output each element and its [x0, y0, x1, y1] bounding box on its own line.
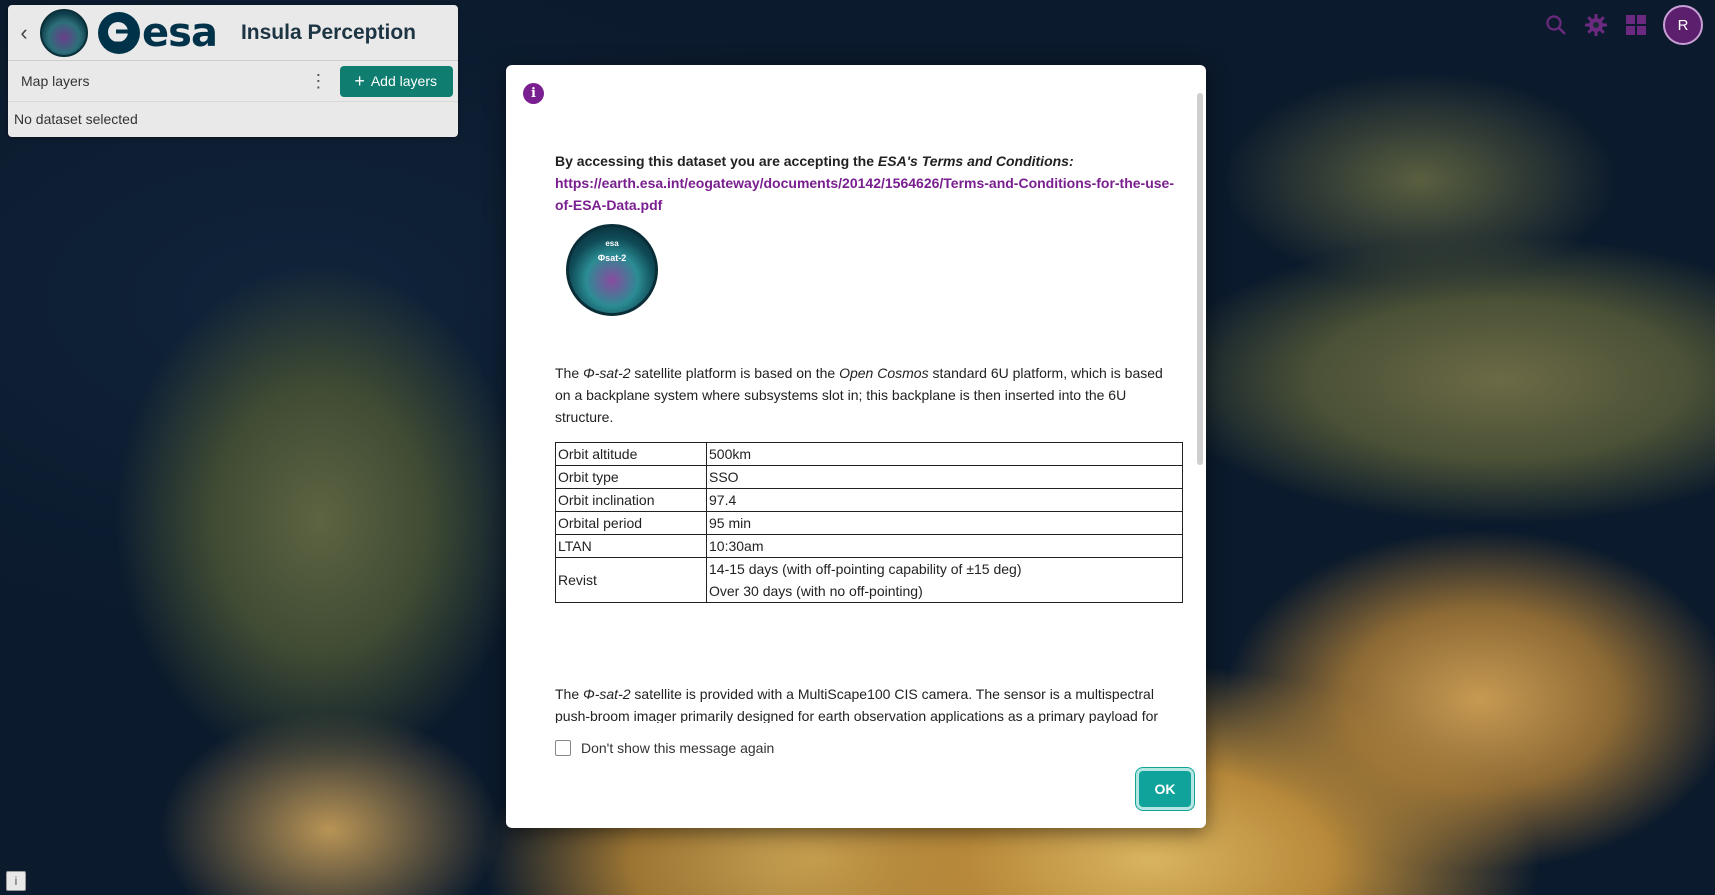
terms-title: ESA's Terms and Conditions:: [877, 153, 1074, 169]
no-dataset-text: No dataset selected: [14, 111, 138, 127]
table-row: Revist 14-15 days (with off-pointing capa…: [555, 557, 1183, 603]
map-layers-label: Map layers: [21, 73, 90, 89]
dialog-scroll-area[interactable]: i By accessing this dataset you are acce…: [506, 65, 1206, 723]
p2-b: Φ-sat-2: [583, 686, 631, 702]
table-row: Orbital period 95 min: [555, 511, 1183, 535]
revisit-line-2: Over 30 days (with no off-pointing): [709, 583, 923, 599]
p1-b: Φ-sat-2: [583, 365, 631, 381]
table-row: LTAN 10:30am: [555, 534, 1183, 558]
phisat-2-logo: esa Φsat-2: [566, 224, 658, 316]
table-cell-value: SSO: [706, 465, 1183, 489]
dont-show-checkbox[interactable]: [555, 740, 571, 756]
terms-dialog: i By accessing this dataset you are acce…: [506, 65, 1206, 828]
logo-phisat-text: Φsat-2: [597, 253, 627, 263]
table-cell-value: 97.4: [706, 488, 1183, 512]
table-cell-key: Orbit inclination: [555, 488, 707, 512]
top-right-toolbar: R: [1543, 5, 1715, 45]
info-icon: i: [523, 83, 544, 104]
camera-paragraph: The Φ-sat-2 satellite is provided with a…: [555, 683, 1180, 723]
p1-d: Open Cosmos: [839, 365, 929, 381]
app-title: Insula Perception: [240, 20, 416, 44]
plus-icon: +: [354, 71, 365, 91]
more-options-icon[interactable]: ⋮: [306, 71, 330, 92]
user-avatar[interactable]: R: [1663, 5, 1703, 45]
phisat-mission-logo: [40, 8, 88, 57]
dont-show-again-option[interactable]: Don't show this message again: [555, 740, 774, 756]
dialog-content: By accessing this dataset you are accept…: [555, 150, 1183, 723]
back-icon[interactable]: ‹: [8, 20, 40, 46]
panel-header: ‹ esa Insula Perception: [8, 5, 458, 61]
table-cell-key: LTAN: [555, 534, 707, 558]
terms-link[interactable]: https://earth.esa.int/eogateway/document…: [555, 175, 1174, 213]
table-row: Orbit altitude 500km: [555, 442, 1183, 466]
revisit-line-1: 14-15 days (with off-pointing capability…: [709, 561, 1022, 577]
apps-grid-icon[interactable]: [1623, 12, 1649, 38]
esa-mark-icon: [98, 11, 140, 54]
p2-a: The: [555, 686, 584, 702]
map-attribution-info-button[interactable]: i: [6, 871, 26, 891]
p1-c: satellite platform is based on the: [630, 365, 840, 381]
table-row: Orbit type SSO: [555, 465, 1183, 489]
layers-panel: ‹ esa Insula Perception Map layers ⋮ + A…: [8, 5, 458, 137]
table-cell-value: 500km: [706, 442, 1183, 466]
p1-a: The: [555, 365, 584, 381]
table-cell-value: 10:30am: [706, 534, 1183, 558]
ok-button[interactable]: OK: [1139, 771, 1191, 807]
terms-text: By accessing this dataset you are accept…: [555, 150, 1180, 216]
dialog-scrollbar[interactable]: [1197, 93, 1203, 465]
table-row: Orbit inclination 97.4: [555, 488, 1183, 512]
add-layers-button[interactable]: + Add layers: [340, 65, 453, 97]
table-cell-key: Revist: [555, 557, 707, 603]
table-cell-key: Orbital period: [555, 511, 707, 535]
table-cell-key: Orbit type: [555, 465, 707, 489]
p2-c: satellite is provided with a MultiScape1…: [555, 686, 1159, 723]
table-cell-key: Orbit altitude: [555, 442, 707, 466]
terms-prefix: By accessing this dataset you are accept…: [555, 153, 878, 169]
search-icon[interactable]: [1543, 12, 1569, 38]
esa-wordmark: esa: [142, 9, 218, 56]
gear-icon[interactable]: [1583, 12, 1609, 38]
platform-paragraph: The Φ-sat-2 satellite platform is based …: [555, 362, 1180, 428]
table-cell-value: 14-15 days (with off-pointing capability…: [706, 557, 1183, 603]
esa-logo: esa: [98, 9, 218, 56]
orbit-spec-table: Orbit altitude 500km Orbit type SSO Orbit …: [555, 442, 1183, 603]
table-cell-value: 95 min: [706, 511, 1183, 535]
add-layers-label: Add layers: [370, 73, 437, 89]
dont-show-label: Don't show this message again: [581, 740, 775, 756]
map-layers-row: Map layers ⋮ + Add layers: [8, 61, 458, 102]
